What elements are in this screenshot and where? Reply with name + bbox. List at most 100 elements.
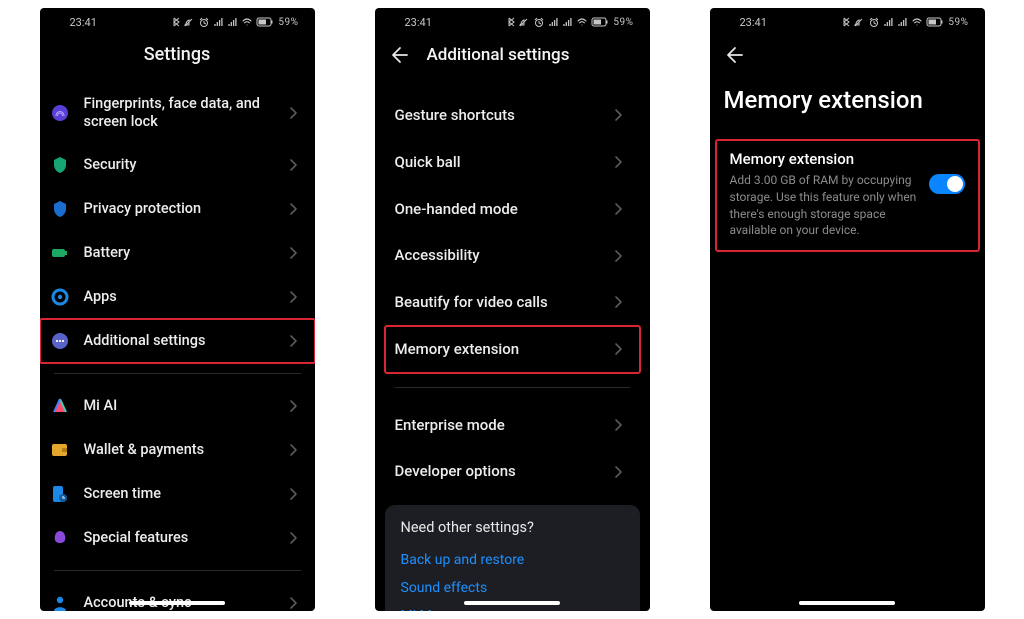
link-backup-restore[interactable]: Back up and restore: [401, 546, 624, 574]
row-one-handed-mode[interactable]: One-handed mode: [375, 186, 650, 233]
signal-1-icon: [549, 17, 558, 27]
row-label: Developer options: [395, 462, 602, 481]
row-label: Accessibility: [395, 246, 602, 265]
wifi-icon: [912, 17, 922, 27]
wifi-icon: [577, 17, 587, 27]
home-indicator[interactable]: [799, 601, 895, 605]
row-accessibility[interactable]: Accessibility: [375, 232, 650, 279]
bluetooth-icon: [841, 17, 849, 27]
status-time: 23:41: [405, 16, 432, 29]
row-label: Mi AI: [84, 397, 277, 415]
chevron-right-icon: [291, 204, 305, 214]
row-label: Privacy protection: [84, 200, 277, 218]
row-label: One-handed mode: [395, 200, 602, 219]
battery-icon: [50, 243, 70, 263]
arrow-left-icon: [392, 47, 408, 63]
chevron-right-icon: [291, 489, 305, 499]
row-apps[interactable]: Apps: [40, 275, 315, 319]
row-developer-options[interactable]: Developer options: [375, 448, 650, 495]
status-icons: 59%: [841, 17, 968, 28]
status-time: 23:41: [70, 16, 97, 29]
wifi-icon: [242, 17, 252, 27]
chevron-right-icon: [291, 598, 305, 608]
row-beautify-video-calls[interactable]: Beautify for video calls: [375, 279, 650, 326]
chevron-right-icon: [616, 297, 630, 307]
alarm-icon: [199, 17, 209, 27]
signal-2-icon: [228, 17, 237, 27]
row-quick-ball[interactable]: Quick ball: [375, 139, 650, 186]
chevron-right-icon: [616, 204, 630, 214]
chevron-right-icon: [291, 533, 305, 543]
bluetooth-icon: [171, 17, 179, 27]
row-label: Apps: [84, 288, 277, 306]
chevron-right-icon: [616, 157, 630, 167]
row-battery[interactable]: Battery: [40, 231, 315, 275]
row-label: Enterprise mode: [395, 416, 602, 435]
signal-2-icon: [898, 17, 907, 27]
home-indicator[interactable]: [464, 601, 560, 605]
other-settings-card: Need other settings? Back up and restore…: [385, 505, 640, 611]
toggle-knob: [947, 176, 963, 192]
link-sound-effects[interactable]: Sound effects: [401, 574, 624, 602]
chevron-right-icon: [616, 110, 630, 120]
row-label: Additional settings: [84, 332, 277, 350]
chevron-right-icon: [291, 445, 305, 455]
chevron-right-icon: [616, 467, 630, 477]
chevron-right-icon: [616, 251, 630, 261]
battery-icon: [927, 17, 943, 27]
page-header: [710, 34, 985, 66]
bluetooth-icon: [506, 17, 514, 27]
special-features-icon: [50, 528, 70, 548]
page-title: Additional settings: [427, 45, 570, 65]
row-accounts-sync[interactable]: Accounts & sync: [40, 581, 315, 611]
row-label: Special features: [84, 529, 277, 547]
row-label: Beautify for video calls: [395, 293, 602, 312]
row-enterprise-mode[interactable]: Enterprise mode: [375, 402, 650, 449]
row-screen-time[interactable]: Screen time: [40, 472, 315, 516]
row-label: Wallet & payments: [84, 441, 277, 459]
chevron-right-icon: [291, 248, 305, 258]
screen-time-icon: [50, 484, 70, 504]
battery-pct: 59%: [948, 17, 968, 28]
status-icons: 59%: [171, 17, 298, 28]
row-memory-extension[interactable]: Memory extension: [385, 326, 640, 373]
toggle-description: Add 3.00 GB of RAM by occupying storage.…: [730, 172, 917, 239]
row-fingerprints-face-data[interactable]: Fingerprints, face data, and screen lock: [40, 83, 315, 143]
row-label: Screen time: [84, 485, 277, 503]
row-security[interactable]: Security: [40, 143, 315, 187]
row-label: Memory extension: [395, 340, 602, 359]
memory-extension-toggle[interactable]: [929, 174, 965, 194]
status-bar: 23:41 59%: [375, 8, 650, 34]
fingerprint-icon: [50, 103, 70, 123]
back-button[interactable]: [724, 44, 746, 66]
row-special-features[interactable]: Special features: [40, 516, 315, 560]
row-label: Gesture shortcuts: [395, 106, 602, 125]
status-bar: 23:41 59%: [40, 8, 315, 34]
battery-pct: 59%: [278, 17, 298, 28]
row-gesture-shortcuts[interactable]: Gesture shortcuts: [375, 92, 650, 139]
page-title: Settings: [40, 34, 315, 83]
row-label: Quick ball: [395, 153, 602, 172]
back-button[interactable]: [389, 44, 411, 66]
page-title: Memory extension: [710, 66, 985, 140]
chevron-right-icon: [616, 420, 630, 430]
row-mi-ai[interactable]: Mi AI: [40, 384, 315, 428]
section-divider: [395, 387, 630, 388]
privacy-shield-icon: [50, 199, 70, 219]
chevron-right-icon: [291, 401, 305, 411]
gear-icon: [50, 287, 70, 307]
arrow-left-icon: [727, 47, 743, 63]
row-label: Battery: [84, 244, 277, 262]
alarm-icon: [534, 17, 544, 27]
shield-icon: [50, 155, 70, 175]
toggle-title: Memory extension: [730, 150, 917, 168]
status-time: 23:41: [740, 16, 767, 29]
mi-ai-icon: [50, 396, 70, 416]
row-privacy-protection[interactable]: Privacy protection: [40, 187, 315, 231]
row-additional-settings[interactable]: Additional settings: [40, 319, 315, 363]
home-indicator[interactable]: [129, 601, 225, 605]
battery-pct: 59%: [613, 17, 633, 28]
chevron-right-icon: [616, 344, 630, 354]
screen-memory-extension: 23:41 59% Memory extension Memory exten: [710, 8, 985, 611]
row-wallet-payments[interactable]: Wallet & payments: [40, 428, 315, 472]
